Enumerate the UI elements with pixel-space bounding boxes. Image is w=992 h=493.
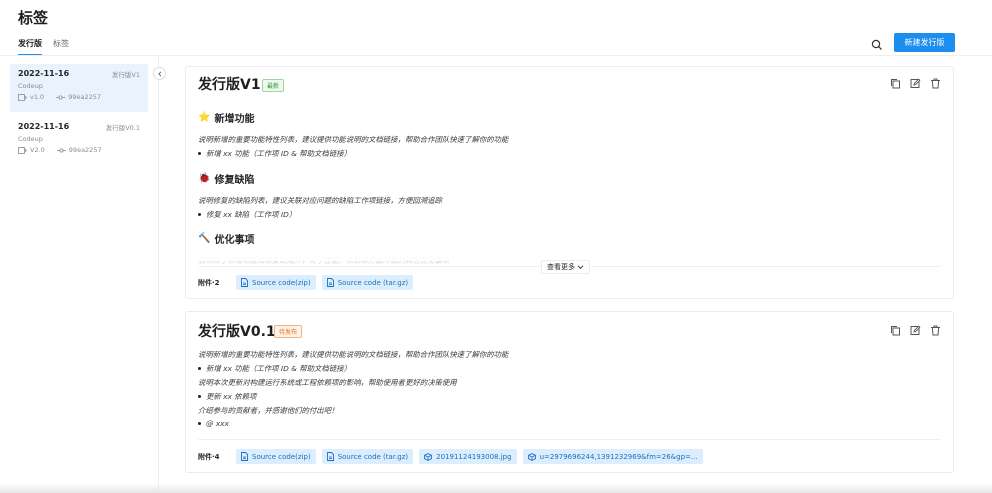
attachment-link[interactable]: Source code (tar.gz) xyxy=(321,449,414,464)
section-description: 说明新增的重要功能特性列表，建议提供功能说明的文档链接，帮助合作团队快速了解你的… xyxy=(198,135,509,144)
attachment-link[interactable]: u=2979696244,1391232969&fm=26&gp=... xyxy=(522,449,703,464)
release-actions xyxy=(890,325,941,336)
hammer-icon: 🔨 xyxy=(198,233,211,244)
list-item: 修复 xx 缺陷（工作项 ID） xyxy=(198,209,296,220)
copy-icon[interactable] xyxy=(890,325,901,336)
search-icon[interactable] xyxy=(870,37,884,51)
release-actions xyxy=(890,78,941,89)
file-icon xyxy=(241,278,248,287)
release-title: 发行版V0.1 xyxy=(198,324,276,340)
release-name: 发行版V0.1 xyxy=(105,124,140,132)
release-date: 2022-11-16 xyxy=(18,122,70,131)
release-meta: v1.0 99ea2257 xyxy=(18,93,101,101)
attachment-link[interactable]: Source code(zip) xyxy=(236,275,316,290)
release-card: 发行版V0.1 待发布 说明新增的重要功能特性列表，建议提供功能说明的文档链接，… xyxy=(185,311,954,473)
chevron-left-icon xyxy=(157,70,161,77)
release-date: 2022-11-16 xyxy=(18,69,70,78)
attachment-link[interactable]: Source code (tar.gz) xyxy=(321,275,414,290)
commit-icon xyxy=(56,147,66,153)
page-title: 标签 xyxy=(18,9,49,27)
package-icon xyxy=(424,452,432,461)
section-heading: 🔨 优化事项 xyxy=(198,231,254,246)
file-icon xyxy=(241,452,248,461)
attachment-link[interactable]: Source code(zip) xyxy=(236,449,316,464)
pending-badge: 待发布 xyxy=(274,325,303,338)
edit-icon[interactable] xyxy=(910,325,921,336)
content-fade xyxy=(186,247,953,261)
list-item: 新增 xx 功能（工作项 ID & 帮助文档链接） xyxy=(198,363,351,374)
repo-name: Codeup xyxy=(18,135,43,143)
bug-icon: 🐞 xyxy=(198,173,211,184)
chevron-down-icon xyxy=(577,265,584,270)
release-note-line: 介绍参与的贡献者，并感谢他们的付出吧！ xyxy=(198,406,339,415)
section-title: 优化事项 xyxy=(214,235,255,246)
tag-icon xyxy=(18,146,27,154)
tab-tags[interactable]: 标签 xyxy=(53,38,69,56)
release-meta: V2.0 99ea2257 xyxy=(18,146,102,154)
release-card: 发行版V1 最新 ⭐ 新增功能 说明新增的重要功能特性列表，建议提供功能说明的文… xyxy=(185,66,954,299)
tab-releases[interactable]: 发行版 xyxy=(18,38,42,56)
section-title: 新增功能 xyxy=(214,114,255,125)
list-item: 更新 xx 依赖项 xyxy=(198,391,256,402)
commit-hash: 99ea2257 xyxy=(68,93,101,101)
release-note-line: 说明本次更新对构建运行系统或工程依赖项的影响，帮助使用者更好的决策使用 xyxy=(198,378,457,387)
section-description: 说明修复的缺陷列表，建议关联对应问题的缺陷工作项链接，方便回溯追踪 xyxy=(198,196,442,205)
file-icon xyxy=(326,278,334,287)
release-note-line: 说明新增的重要功能特性列表，建议提供功能说明的文档链接，帮助合作团队快速了解你的… xyxy=(198,350,509,359)
sidebar-release-item[interactable]: 2022-11-16 发行版V1 Codeup v1.0 99ea2257 xyxy=(10,64,148,112)
attachments-label: 附件·2 xyxy=(198,279,220,287)
bottom-shadow xyxy=(0,483,992,493)
commit-hash: 99ea2257 xyxy=(68,146,102,154)
list-item: 新增 xx 功能（工作项 ID & 帮助文档链接） xyxy=(198,148,351,159)
star-icon: ⭐ xyxy=(198,112,211,123)
show-more-button[interactable]: 查看更多 xyxy=(541,260,590,274)
section-heading: ⭐ 新增功能 xyxy=(198,110,254,125)
section-title: 修复缺陷 xyxy=(214,175,255,186)
tag-version: v1.0 xyxy=(30,93,45,101)
package-icon xyxy=(527,452,536,461)
edit-icon[interactable] xyxy=(910,78,921,89)
section-heading: 🐞 修复缺陷 xyxy=(198,171,254,186)
delete-icon[interactable] xyxy=(930,78,941,89)
attachments-label: 附件·4 xyxy=(198,453,220,461)
delete-icon[interactable] xyxy=(930,325,941,336)
attachments-list: Source code(zip) Source code (tar.gz) 20… xyxy=(236,449,703,464)
list-item: @ xxx xyxy=(198,419,229,428)
tag-version: V2.0 xyxy=(30,146,45,154)
sidebar-release-item[interactable]: 2022-11-16 发行版V0.1 Codeup V2.0 99ea2257 xyxy=(10,117,148,165)
file-icon xyxy=(326,452,334,461)
latest-badge: 最新 xyxy=(262,79,285,92)
repo-name: Codeup xyxy=(18,82,43,90)
tab-bar: 发行版 标签 xyxy=(18,38,69,56)
copy-icon[interactable] xyxy=(890,78,901,89)
collapse-sidebar-button[interactable] xyxy=(153,67,166,80)
attachments-list: Source code(zip) Source code (tar.gz) xyxy=(236,275,414,290)
commit-icon xyxy=(56,94,66,100)
release-title: 发行版V1 xyxy=(198,77,261,93)
divider xyxy=(198,439,941,440)
new-release-button[interactable]: 新建发行版 xyxy=(894,33,955,52)
tag-icon xyxy=(18,93,27,101)
attachment-link[interactable]: 20191124193008.jpg xyxy=(419,449,517,464)
release-name: 发行版V1 xyxy=(111,71,140,79)
